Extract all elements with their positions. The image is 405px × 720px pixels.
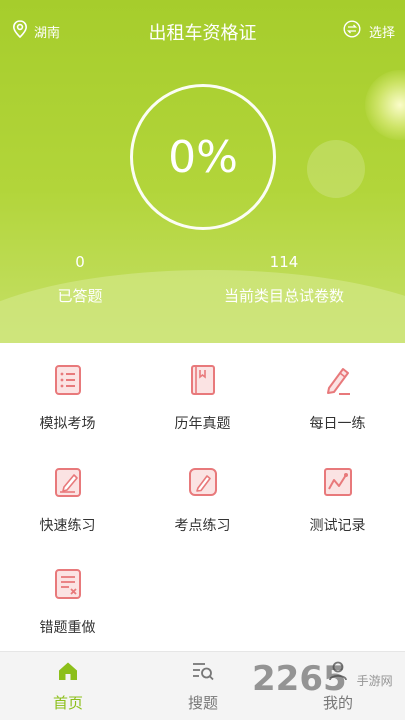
- choose-label: 选择: [368, 25, 395, 41]
- answered-label: 已答题: [57, 287, 103, 305]
- pencil-icon: [321, 363, 355, 397]
- quick-practice-label: 快速练习: [39, 518, 96, 534]
- choose-button[interactable]: 选择: [343, 20, 395, 42]
- edit-note-icon: [51, 465, 85, 499]
- hero-panel: 湖南 出租车资格证 选择 0% 0 已答题 114 当前类目总试卷数: [0, 0, 405, 343]
- list-sheet-icon: [51, 363, 85, 397]
- bubble-decoration: [307, 140, 365, 198]
- home-icon: [57, 662, 79, 686]
- search-list-icon: [191, 663, 215, 686]
- mock-exam-label: 模拟考场: [39, 416, 96, 432]
- progress-ring: 0%: [130, 84, 276, 230]
- progress-percent: 0%: [168, 131, 238, 183]
- book-icon: [186, 363, 220, 397]
- tab-search[interactable]: 搜题: [153, 660, 253, 713]
- redo-mistakes-label: 错题重做: [39, 620, 96, 636]
- sun-glow-decoration: [365, 70, 405, 140]
- daily-practice-tile[interactable]: 每日一练: [270, 363, 405, 433]
- top-bar: 湖南 出租车资格证 选择: [0, 0, 405, 62]
- user-icon: [327, 661, 349, 686]
- line-chart-icon: [321, 465, 355, 499]
- total-papers-count: 114: [269, 253, 299, 271]
- tab-home[interactable]: 首页: [18, 660, 118, 713]
- pen-square-icon: [186, 465, 220, 499]
- past-papers-tile[interactable]: 历年真题: [135, 363, 270, 433]
- quick-practice-tile[interactable]: 快速练习: [0, 465, 135, 535]
- redo-mistakes-tile[interactable]: 错题重做: [0, 567, 135, 637]
- switch-icon: [343, 20, 361, 42]
- answered-count: 0: [75, 253, 85, 271]
- tab-mine-label: 我的: [322, 694, 353, 712]
- test-records-tile[interactable]: 测试记录: [270, 465, 405, 535]
- total-papers-label: 当前类目总试卷数: [223, 287, 344, 305]
- tab-mine[interactable]: 我的: [288, 660, 388, 713]
- answered-stat: 0 已答题: [40, 253, 120, 306]
- past-papers-label: 历年真题: [174, 416, 231, 432]
- bottom-tab-bar: 首页 搜题 我的: [0, 651, 405, 720]
- key-points-label: 考点练习: [174, 518, 231, 534]
- daily-practice-label: 每日一练: [309, 416, 366, 432]
- test-records-label: 测试记录: [309, 518, 366, 534]
- key-points-tile[interactable]: 考点练习: [135, 465, 270, 535]
- tab-home-label: 首页: [52, 694, 83, 712]
- total-papers-stat: 114 当前类目总试卷数: [204, 253, 364, 306]
- error-note-icon: [51, 567, 85, 601]
- tab-search-label: 搜题: [187, 694, 218, 712]
- mock-exam-tile[interactable]: 模拟考场: [0, 363, 135, 433]
